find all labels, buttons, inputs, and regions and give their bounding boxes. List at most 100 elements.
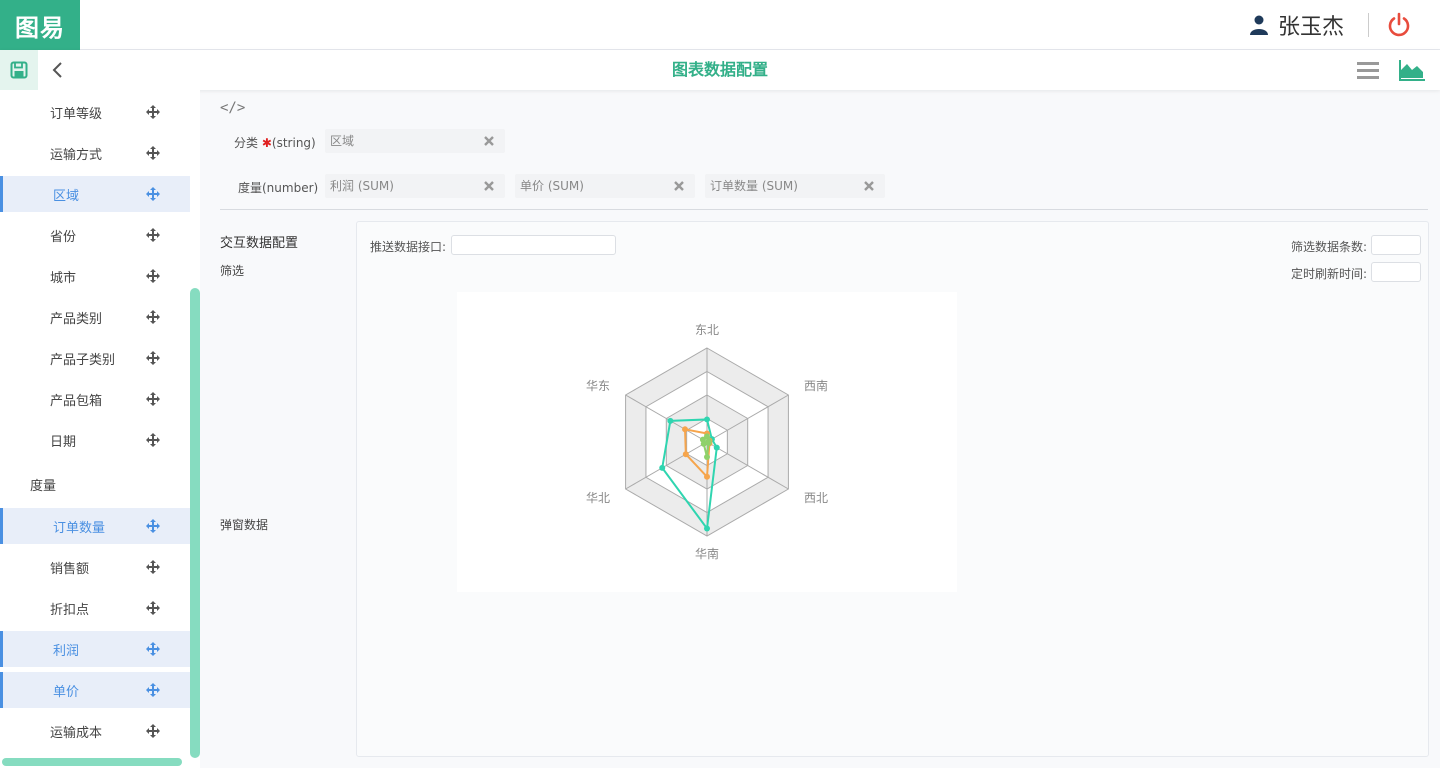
filter-count-input[interactable] — [1371, 235, 1421, 255]
user-info[interactable]: 张玉杰 — [1249, 10, 1344, 40]
sidebar-item[interactable]: 日期 — [0, 422, 190, 458]
sidebar-item-label: 省份 — [50, 229, 77, 245]
sidebar-item[interactable]: 产品包箱 — [0, 381, 190, 417]
sidebar-item[interactable]: 省份 — [0, 217, 190, 253]
move-icon[interactable] — [146, 642, 160, 656]
sidebar-item[interactable]: 产品类别 — [0, 299, 190, 335]
move-icon[interactable] — [146, 187, 160, 201]
page-title: 图表数据配置 — [671, 60, 768, 79]
radar-series-point — [682, 426, 689, 433]
move-icon[interactable] — [146, 683, 160, 697]
push-api-input[interactable] — [451, 235, 616, 255]
radar-indicator-label: 华东 — [586, 379, 610, 393]
radar-series-point — [704, 454, 710, 461]
close-icon[interactable] — [483, 180, 495, 192]
section-divider — [220, 209, 1428, 210]
logo-text: 图易 — [15, 13, 65, 42]
sidebar-item[interactable]: 折扣点 — [0, 590, 190, 626]
menu-icon[interactable] — [1356, 58, 1380, 82]
move-icon[interactable] — [146, 392, 160, 406]
popup-data-label: 弹窗数据 — [220, 518, 269, 532]
radar-indicator-label: 东北 — [695, 323, 719, 337]
sidebar-item[interactable]: 订单数量 — [0, 508, 190, 544]
move-icon[interactable] — [146, 560, 160, 574]
top-header: 图易 张玉杰 — [0, 0, 1440, 50]
radar-series-point — [667, 417, 674, 424]
sidebar-item-label: 订单数量 — [53, 520, 106, 536]
measure-label: 度量(number) — [238, 181, 319, 195]
close-icon[interactable] — [673, 180, 685, 192]
sidebar-vertical-scrollbar[interactable] — [190, 288, 200, 758]
refresh-interval-label: 定时刷新时间: — [1291, 267, 1368, 281]
sidebar-item[interactable]: 产品子类别 — [0, 340, 190, 376]
category-label-row: 分类 ✱(string) — [234, 134, 316, 151]
sidebar-item[interactable]: 区域 — [0, 176, 190, 212]
sidebar-item[interactable]: 销售额 — [0, 549, 190, 585]
measure-chip-label: 利润 (SUM) — [330, 179, 394, 193]
app-logo[interactable]: 图易 — [0, 0, 80, 50]
category-type: (string) — [271, 136, 316, 150]
radar-series-point — [659, 464, 666, 471]
move-icon[interactable] — [146, 228, 160, 242]
measure-chip[interactable]: 订单数量 (SUM) — [705, 174, 885, 198]
filter-count-label: 筛选数据条数: — [1291, 240, 1368, 254]
power-icon[interactable] — [1386, 12, 1412, 38]
radar-series-point — [699, 436, 706, 443]
sidebar-item[interactable]: 运输方式 — [0, 135, 190, 171]
move-icon[interactable] — [146, 351, 160, 365]
refresh-interval-input[interactable] — [1371, 262, 1421, 282]
move-icon[interactable] — [146, 146, 160, 160]
sidebar-item-label: 利润 — [53, 643, 80, 659]
interaction-config-title: 交互数据配置 — [220, 236, 299, 251]
close-icon[interactable] — [863, 180, 875, 192]
radar-series-point — [704, 525, 710, 532]
sidebar-item-label: 区域 — [53, 188, 80, 204]
measure-group-title: 度量 — [30, 479, 57, 494]
sidebar-item-label: 折扣点 — [50, 602, 90, 618]
move-icon[interactable] — [146, 601, 160, 615]
filter-label: 筛选 — [220, 264, 245, 278]
move-icon[interactable] — [146, 105, 160, 119]
radar-series-point — [704, 416, 710, 423]
move-icon[interactable] — [146, 724, 160, 738]
sidebar-item-label: 运输成本 — [50, 725, 103, 741]
required-asterisk: ✱ — [261, 136, 272, 150]
move-icon[interactable] — [146, 433, 160, 447]
sidebar-item-label: 运输方式 — [50, 147, 103, 163]
radar-indicator-label: 华北 — [586, 491, 610, 505]
sidebar-item-label: 销售额 — [50, 561, 90, 577]
category-chip[interactable]: 区域 — [325, 129, 505, 153]
chart-preview-panel: 推送数据接口: 筛选数据条数: 定时刷新时间: 东北 西南 西北 华南 华北 华东 — [356, 221, 1429, 757]
radar-series-point — [704, 473, 710, 480]
measure-chip-label: 订单数量 (SUM) — [710, 179, 798, 193]
category-label: 分类 — [234, 136, 259, 150]
measure-chip[interactable]: 单价 (SUM) — [515, 174, 695, 198]
field-sidebar: 订单等级 运输方式 区域 省份 城市 产品类别 产品子类别 产品包箱 日期 度量… — [0, 90, 200, 768]
move-icon[interactable] — [146, 310, 160, 324]
sidebar-item[interactable]: 利润 — [0, 631, 190, 667]
radar-indicator-label: 华南 — [695, 546, 719, 561]
area-chart-icon[interactable] — [1398, 58, 1426, 82]
close-icon[interactable] — [483, 135, 495, 147]
user-name: 张玉杰 — [1277, 15, 1344, 40]
user-icon — [1249, 15, 1268, 35]
sidebar-item-label: 产品子类别 — [50, 352, 116, 368]
radar-series-point — [682, 451, 689, 458]
sidebar-item[interactable]: 订单等级 — [0, 94, 190, 130]
sidebar-item-label: 产品包箱 — [50, 393, 103, 409]
move-icon[interactable] — [146, 519, 160, 533]
sidebar-item-label: 产品类别 — [50, 311, 103, 327]
push-api-label: 推送数据接口: — [370, 240, 447, 254]
move-icon[interactable] — [146, 269, 160, 283]
code-icon[interactable]: </> — [220, 100, 245, 116]
radar-chart-svg: 东北西南西北华南 华北 华东 — [586, 323, 828, 561]
sidebar-item[interactable]: 运输成本 — [0, 713, 190, 749]
radar-indicator-label: 西北 — [804, 491, 828, 505]
main-panel: </> 分类 ✱(string) 区域 度量(number) 利润 (SUM) … — [200, 90, 1440, 768]
sidebar-horizontal-scrollbar[interactable] — [2, 758, 182, 766]
sidebar-item[interactable]: 城市 — [0, 258, 190, 294]
measure-chip-label: 单价 (SUM) — [520, 179, 584, 193]
header-divider — [1368, 13, 1369, 37]
sidebar-item[interactable]: 单价 — [0, 672, 190, 708]
measure-chip[interactable]: 利润 (SUM) — [325, 174, 505, 198]
